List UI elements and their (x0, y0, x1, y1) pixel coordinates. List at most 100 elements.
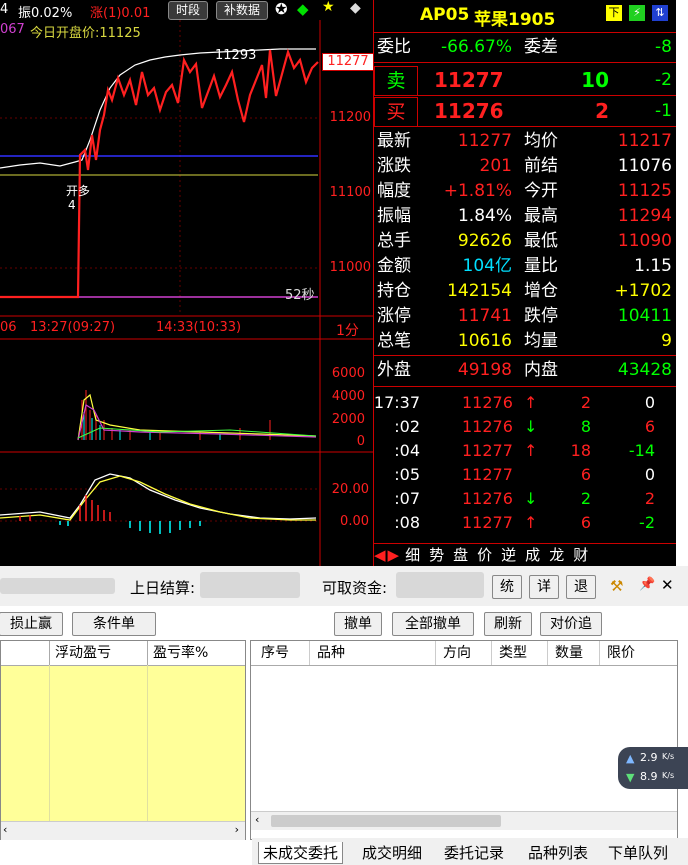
col-limit-price[interactable]: 限价 (607, 641, 635, 665)
col-seq[interactable]: 序号 (261, 641, 289, 665)
ask-row[interactable]: 卖 11277 10 -2 (374, 66, 677, 96)
cancel-order-button[interactable]: 撤单 (334, 612, 382, 636)
stat-row: 总手 92626 最低 11090 (374, 229, 677, 254)
col-pnl-rate[interactable]: 盈亏率% (153, 641, 208, 665)
stat-row: 最新 11277 均价 11217 (374, 129, 677, 154)
volume-axis-label: 4000 (331, 389, 365, 404)
chase-price-button[interactable]: 对价追 (540, 612, 602, 636)
trading-panel: 上日结算: 可取资金: 统 详 退 ⚒ 📌 ✕ 损止赢 条件单 撤单 全部撤单 … (0, 566, 688, 865)
stat-label: 涨停 (377, 306, 411, 326)
tab-trade-details[interactable]: 成交明细 (362, 842, 422, 863)
stat-row: 幅度 +1.81% 今开 11125 (374, 179, 677, 204)
y-axis-label: 11200 (329, 110, 371, 125)
scroll-left-icon[interactable]: ‹ (255, 813, 259, 826)
tick-price: 11277 (462, 513, 513, 532)
bid-price: 11276 (434, 99, 504, 123)
tick-time: :08 (394, 513, 420, 532)
contract-code: AP05 (420, 5, 470, 25)
col-floating-pnl[interactable]: 浮动盈亏 (55, 641, 111, 665)
stat-value: 201 (479, 156, 512, 176)
download-icon[interactable]: 下 (606, 5, 622, 21)
tick-qty: 6 (580, 513, 591, 532)
pin-icon[interactable]: 📌 (639, 577, 655, 592)
outer-inner-row: 外盘 49198 内盘 43428 (374, 358, 677, 383)
outer-value: 49198 (457, 360, 512, 380)
tick-delta: -2 (639, 513, 655, 532)
intraday-chart[interactable]: 4 振0.02% 涨(1)0.01 时段 补数据 ✪ ◆ ★ ◆ 067 今日开… (0, 0, 373, 566)
tab-deal[interactable]: 成 (525, 545, 540, 565)
tab-product-list[interactable]: 品种列表 (528, 842, 588, 863)
left-horizontal-scrollbar[interactable]: ‹ › (1, 821, 245, 840)
stat-label: 今开 (524, 181, 558, 201)
stat-value: 10411 (617, 306, 672, 326)
tab-dragon[interactable]: 龙 (549, 545, 564, 565)
sort-icon[interactable]: ⇅ (652, 5, 668, 21)
col-direction[interactable]: 方向 (443, 641, 471, 665)
tick-qty: 6 (580, 465, 591, 484)
bottom-tab-bar[interactable]: 未成交委托 成交明细 委托记录 品种列表 下单队列 (252, 838, 688, 865)
tab-reverse[interactable]: 逆 (501, 545, 516, 565)
lightning-icon[interactable]: ⚡ (629, 5, 645, 21)
tab-price[interactable]: 价 (477, 545, 492, 565)
period-label[interactable]: 1分 (336, 320, 359, 340)
tab-pending-orders[interactable]: 未成交委托 (258, 842, 344, 864)
ask-qty: 10 (581, 68, 609, 92)
position-table[interactable]: 浮动盈亏 盈亏率% ‹ › (0, 640, 246, 840)
ask-change: -2 (655, 70, 672, 90)
time-axis-label: 14:33(10:33) (156, 320, 242, 335)
stat-label: 前结 (524, 156, 558, 176)
network-speed-widget[interactable]: ▲ 2.9 K/s ▼ 8.9 K/s (618, 747, 688, 789)
tab-detail[interactable]: 细 (405, 545, 420, 565)
scroll-right-icon[interactable]: › (235, 823, 239, 836)
stat-value: 11076 (617, 156, 672, 176)
tick-row[interactable]: 17:37 11276 ↑ 2 0 (374, 391, 677, 415)
stat-value: 11217 (617, 131, 672, 151)
high-price-label: 11293 (215, 48, 257, 63)
volume-axis-label: 2000 (331, 412, 365, 427)
stat-label: 幅度 (377, 181, 411, 201)
bid-change: -1 (655, 101, 672, 121)
tick-row[interactable]: :04 11277 ↑ 18 -14 (374, 439, 677, 463)
close-icon[interactable]: ✕ (661, 576, 674, 594)
col-quantity[interactable]: 数量 (555, 641, 583, 665)
tab-book[interactable]: 盘 (453, 545, 468, 565)
exit-button[interactable]: 退 (566, 575, 596, 599)
conditional-order-button[interactable]: 条件单 (72, 612, 156, 636)
tick-qty: 2 (580, 489, 591, 508)
quote-tabs[interactable]: ◀ ▶ 细势盘价逆成龙财 (374, 545, 677, 565)
buy-label: 买 (374, 97, 418, 127)
scroll-thumb[interactable] (271, 815, 501, 827)
tick-delta: 0 (644, 393, 655, 412)
tick-row[interactable]: :08 11277 ↑ 6 -2 (374, 511, 677, 535)
tick-row[interactable]: :02 11276 ↓ 8 6 (374, 415, 677, 439)
tab-order-queue[interactable]: 下单队列 (608, 842, 668, 863)
macd-axis-label: 20.00 (331, 482, 369, 497)
ratio-label: 委比 (377, 37, 411, 57)
tick-row[interactable]: :07 11276 ↓ 2 2 (374, 487, 677, 511)
col-type[interactable]: 类型 (499, 641, 527, 665)
tick-row[interactable]: :05 11277 6 0 (374, 463, 677, 487)
cancel-all-button[interactable]: 全部撤单 (392, 612, 474, 636)
stat-label: 增仓 (524, 281, 558, 301)
stat-label: 涨跌 (377, 156, 411, 176)
tab-prev-icon[interactable]: ◀ (374, 545, 386, 565)
scroll-left-icon[interactable]: ‹ (3, 823, 7, 836)
bid-row[interactable]: 买 11276 2 -1 (374, 97, 677, 127)
tab-finance[interactable]: 财 (573, 545, 588, 565)
detail-button[interactable]: 详 (529, 575, 559, 599)
col-product[interactable]: 品种 (317, 641, 345, 665)
order-table[interactable]: 序号 品种 方向 类型 数量 限价 ‹ (250, 640, 678, 840)
time-axis-label: 06 (0, 320, 17, 335)
refresh-button[interactable]: 刷新 (484, 612, 532, 636)
tick-time: :04 (394, 441, 420, 460)
tab-order-history[interactable]: 委托记录 (444, 842, 504, 863)
tab-trend[interactable]: 势 (429, 545, 444, 565)
right-horizontal-scrollbar[interactable]: ‹ (251, 811, 677, 830)
tick-price: 11276 (462, 489, 513, 508)
bid-qty: 2 (595, 99, 609, 123)
tab-next-icon[interactable]: ▶ (388, 545, 400, 565)
stop-profit-button[interactable]: 损止赢 (0, 612, 63, 636)
tools-icon[interactable]: ⚒ (610, 577, 623, 595)
stats-button[interactable]: 统 (492, 575, 522, 599)
tick-price: 11276 (462, 417, 513, 436)
